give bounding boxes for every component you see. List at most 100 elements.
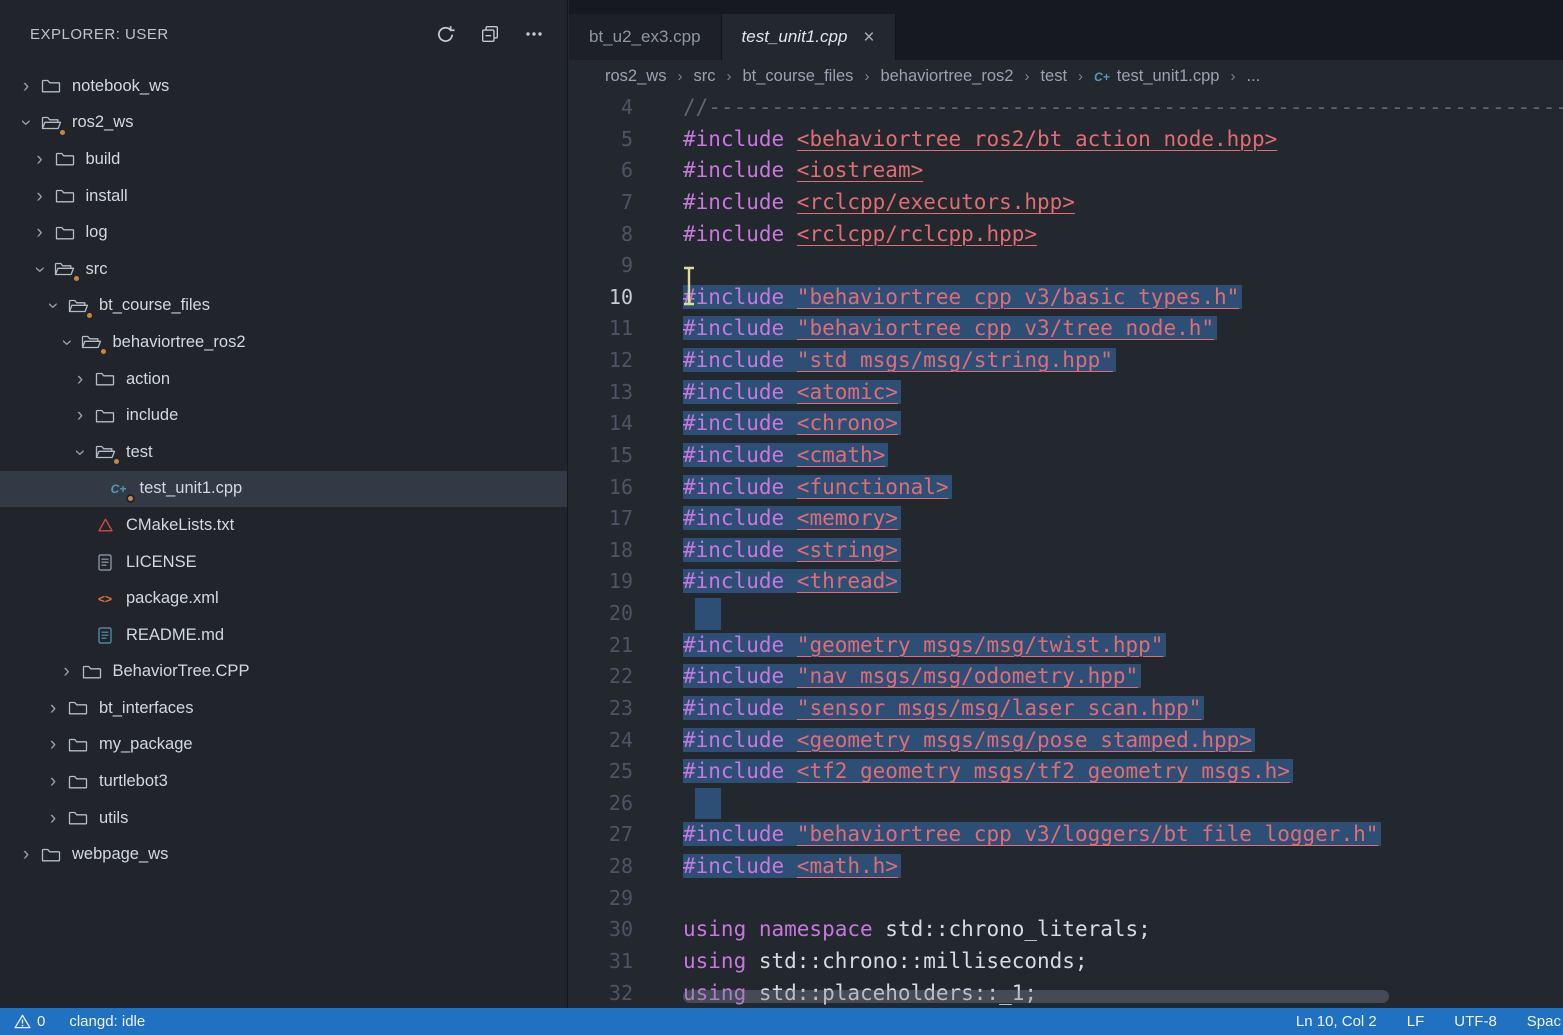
modified-dot [72,274,81,283]
encoding-indicator[interactable]: UTF-8 [1454,1013,1497,1030]
tab-bt_u2_ex3-cpp[interactable]: bt_u2_ex3.cpp [569,14,722,60]
code-token: <math.h> [797,854,898,878]
language-server-status[interactable]: clangd: idle [69,1013,145,1030]
tree-item-turtlebot3[interactable]: ›turtlebot3 [0,763,567,800]
line-content: #include <rclcpp/rclcpp.hpp> [683,219,1037,251]
more-actions-icon[interactable] [525,31,543,37]
code-line-19[interactable]: 19#include <thread> [569,566,1563,598]
tree-item-action[interactable]: ›action [0,361,567,398]
code-line-11[interactable]: 11#include "behaviortree_cpp_v3/tree_nod… [569,313,1563,345]
tree-item-behaviortree_ros2[interactable]: ›behaviortree_ros2 [0,324,567,361]
chevron-right-icon[interactable]: › [39,699,67,718]
tab-test_unit1-cpp[interactable]: test_unit1.cpp × [722,14,896,60]
chevron-right-icon[interactable]: › [26,223,54,242]
chevron-right-icon[interactable]: › [39,809,67,828]
code-line-15[interactable]: 15#include <cmath> [569,440,1563,472]
status-bar: 0 clangd: idle Ln 10, Col 2 LF UTF-8 Spa… [0,1008,1563,1035]
code-line-10[interactable]: 10#include "behaviortree_cpp_v3/basic_ty… [569,282,1563,314]
code-line-20[interactable]: 20 [569,598,1563,630]
code-line-6[interactable]: 6#include <iostream> [569,155,1563,187]
problems-indicator[interactable]: 0 [14,1013,45,1030]
tree-item-BehaviorTree.CPP[interactable]: ›BehaviorTree.CPP [0,654,567,691]
tree-item-CMakeLists.txt[interactable]: CMakeLists.txt [0,507,567,544]
chevron-down-icon[interactable]: › [57,328,76,356]
tree-item-build[interactable]: ›build [0,141,567,178]
tree-item-label: utils [99,809,128,828]
code-line-25[interactable]: 25#include <tf2_geometry_msgs/tf2_geomet… [569,756,1563,788]
tree-item-my_package[interactable]: › my_package [0,727,567,764]
code-line-30[interactable]: 30using namespace std::chrono_literals; [569,914,1563,946]
tree-item-log[interactable]: ›log [0,214,567,251]
tree-item-test[interactable]: ›test [0,434,567,471]
tree-item-src[interactable]: ›src [0,251,567,288]
code-line-22[interactable]: 22#include "nav_msgs/msg/odometry.hpp" [569,661,1563,693]
tree-item-README.md[interactable]: README.md [0,617,567,654]
code-editor[interactable]: 4//-------------------------------------… [569,92,1563,1008]
code-line-28[interactable]: 28#include <math.h> [569,851,1563,883]
chevron-right-icon[interactable]: › [26,150,54,169]
code-line-7[interactable]: 7#include <rclcpp/executors.hpp> [569,187,1563,219]
code-line-23[interactable]: 23#include "sensor_msgs/msg/laser_scan.h… [569,693,1563,725]
breadcrumb-item-...[interactable]: ... [1246,67,1260,86]
breadcrumb-item-bt_course_files[interactable]: bt_course_files [742,67,853,86]
code-line-29[interactable]: 29 [569,883,1563,915]
code-line-9[interactable]: 9 [569,250,1563,282]
chevron-right-icon[interactable]: › [39,735,67,754]
editor-group: bt_u2_ex3.cpp test_unit1.cpp × ros2_ws›s… [569,0,1563,1008]
code-line-4[interactable]: 4//-------------------------------------… [569,92,1563,124]
chevron-down-icon[interactable]: › [17,109,36,137]
chevron-right-icon[interactable]: › [53,662,81,681]
cursor-position[interactable]: Ln 10, Col 2 [1296,1013,1377,1030]
tree-item-notebook_ws[interactable]: ›notebook_ws [0,68,567,105]
breadcrumb-item-ros2_ws[interactable]: ros2_ws [605,67,666,86]
breadcrumb-label: ros2_ws [605,67,666,85]
code-line-16[interactable]: 16#include <functional> [569,472,1563,504]
code-line-27[interactable]: 27#include "behaviortree_cpp_v3/loggers/… [569,819,1563,851]
breadcrumb-item-behaviortree_ros2[interactable]: behaviortree_ros2 [880,67,1013,86]
breadcrumb-item-test[interactable]: test [1040,67,1067,86]
tree-item-label: my_package [99,735,193,754]
collapse-folders-icon[interactable] [481,25,499,43]
tree-item-bt_course_files[interactable]: ›bt_course_files [0,288,567,325]
code-line-26[interactable]: 26 [569,788,1563,820]
chevron-right-icon[interactable]: › [12,77,40,96]
chevron-down-icon[interactable]: › [71,438,90,466]
chevron-down-icon[interactable]: › [30,255,49,283]
breadcrumb-item-src[interactable]: src [693,67,715,86]
code-line-18[interactable]: 18#include <string> [569,535,1563,567]
horizontal-scrollbar-thumb[interactable] [683,990,1389,1003]
chevron-right-icon[interactable]: › [39,772,67,791]
chevron-right-icon[interactable]: › [66,370,94,389]
refresh-icon[interactable] [436,25,455,44]
code-line-14[interactable]: 14#include <chrono> [569,408,1563,440]
tree-item-webpage_ws[interactable]: ›webpage_ws [0,836,567,873]
code-line-31[interactable]: 31using std::chrono::milliseconds; [569,946,1563,978]
code-line-24[interactable]: 24#include <geometry_msgs/msg/pose_stamp… [569,725,1563,757]
chevron-right-icon[interactable]: › [12,845,40,864]
code-line-17[interactable]: 17#include <memory> [569,503,1563,535]
tree-item-utils[interactable]: › utils [0,800,567,837]
tree-item-LICENSE[interactable]: LICENSE [0,544,567,581]
code-line-12[interactable]: 12#include "std_msgs/msg/string.hpp" [569,345,1563,377]
tree-item-bt_interfaces[interactable]: ›bt_interfaces [0,690,567,727]
tree-item-ros2_ws[interactable]: ›ros2_ws [0,105,567,142]
chevron-right-icon[interactable]: › [66,406,94,425]
vscode-window: EXPLORER: USER ›notebook_ws›ros2_ws›buil… [0,0,1563,1035]
tree-item-test_unit1.cpp[interactable]: C+test_unit1.cpp [0,471,567,508]
eol-indicator[interactable]: LF [1407,1013,1425,1030]
tree-item-install[interactable]: ›install [0,178,567,215]
tree-item-include[interactable]: ›include [0,397,567,434]
code-token: //--------------------------------------… [683,95,1563,119]
line-content: #include "behaviortree_cpp_v3/loggers/bt… [683,819,1381,851]
indent-indicator[interactable]: Spac [1527,1013,1561,1030]
tree-item-package.xml[interactable]: <>package.xml [0,580,567,617]
chevron-right-icon[interactable]: › [26,187,54,206]
breadcrumb-item-test_unit1.cpp[interactable]: C+test_unit1.cpp [1094,67,1219,86]
chevron-down-icon[interactable]: › [44,292,63,320]
code-line-5[interactable]: 5#include <behaviortree_ros2/bt_action_n… [569,124,1563,156]
code-line-13[interactable]: 13#include <atomic> [569,377,1563,409]
cmake-file-icon [94,515,116,535]
close-icon[interactable]: × [863,28,874,47]
code-line-21[interactable]: 21#include "geometry_msgs/msg/twist.hpp" [569,630,1563,662]
code-line-8[interactable]: 8#include <rclcpp/rclcpp.hpp> [569,219,1563,251]
